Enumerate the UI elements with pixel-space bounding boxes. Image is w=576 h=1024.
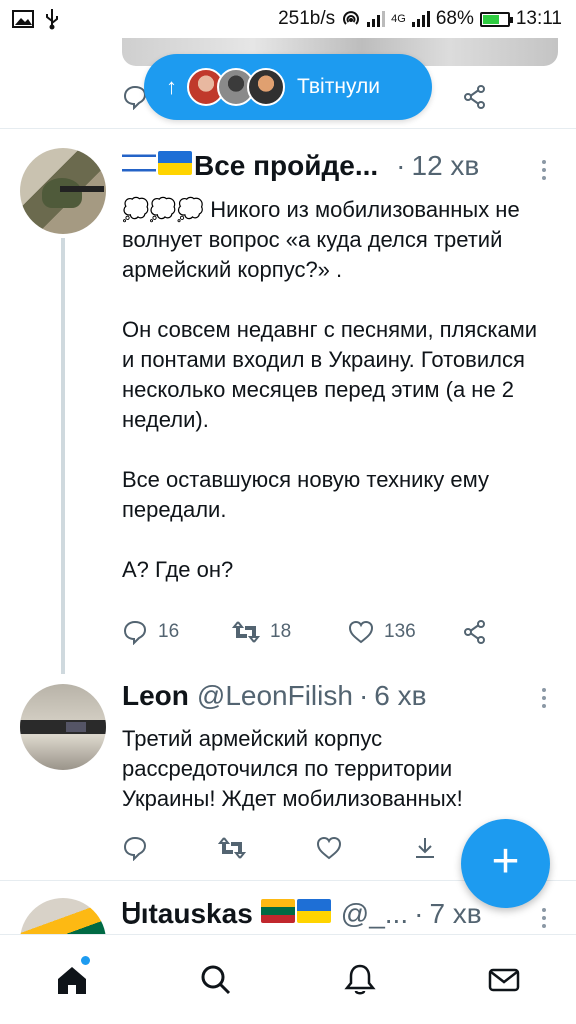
share-button[interactable]	[412, 835, 438, 861]
israel-flag-icon	[122, 151, 156, 175]
reply-button[interactable]	[122, 835, 218, 861]
retweet-button[interactable]: 18	[232, 620, 348, 644]
tweet-author-name[interactable]: Leon	[122, 680, 189, 712]
retweet-icon	[232, 621, 260, 643]
tweet-author-name[interactable]: Все пройде...	[194, 150, 378, 182]
new-tweets-pill[interactable]: ↑ Твітнули	[144, 54, 432, 120]
clock: 13:11	[515, 8, 562, 29]
tweet-text: Третий армейский корпус рассредоточился …	[122, 726, 463, 811]
notification-dot	[81, 955, 90, 965]
tweet-header: Все пройде... · 12 хв	[122, 150, 479, 182]
tweet-author-name[interactable]: Ꮜıtauskas	[122, 898, 253, 931]
signal-icon-2	[411, 11, 430, 27]
separator-dot: ·	[396, 150, 406, 181]
lithuania-flag-icon	[260, 899, 295, 923]
arrow-up-icon: ↑	[166, 74, 177, 99]
bottom-nav	[0, 934, 576, 1024]
divider	[0, 128, 576, 129]
separator-dot: ·	[358, 680, 369, 711]
ukraine-flag-icon	[158, 151, 192, 175]
battery-level: 68%	[435, 8, 474, 29]
tweet-text: 💭💭💭 Никого из мобилизованных не волнует …	[122, 197, 538, 582]
retweet-count: 18	[270, 621, 292, 642]
like-icon	[316, 836, 342, 860]
network-type: 4G	[391, 13, 406, 25]
more-icon[interactable]	[542, 160, 548, 184]
ukraine-flag-icon	[296, 899, 331, 923]
tweet-time[interactable]: 7 хв	[429, 898, 481, 930]
usb-icon	[46, 9, 58, 30]
like-button[interactable]: 136	[348, 620, 462, 644]
avatar[interactable]	[20, 148, 106, 234]
retweet-button[interactable]	[218, 836, 316, 860]
avatar[interactable]	[20, 684, 106, 770]
image-icon	[12, 10, 34, 28]
nav-home[interactable]	[42, 950, 102, 1010]
tweet-actions: 16 18 136	[122, 614, 488, 650]
thread-line	[61, 238, 65, 674]
more-icon[interactable]	[542, 908, 548, 932]
messages-icon	[488, 968, 520, 991]
share-down-icon	[416, 838, 434, 858]
tweet-time[interactable]: 6 хв	[374, 680, 426, 712]
share-icon[interactable]	[462, 84, 488, 110]
nav-messages[interactable]	[474, 950, 534, 1010]
separator-dot: ·	[414, 898, 424, 929]
new-tweets-label: Твітнули	[297, 75, 380, 98]
reply-count: 16	[158, 621, 180, 642]
hotspot-icon	[343, 11, 360, 25]
home-icon	[58, 966, 86, 994]
notifications-icon	[344, 964, 376, 994]
reply-icon	[123, 836, 147, 861]
compose-button[interactable]: +	[461, 819, 550, 908]
compose-icon: +	[491, 835, 520, 888]
like-button[interactable]	[316, 836, 412, 860]
nav-search[interactable]	[186, 950, 246, 1010]
tweet-time[interactable]: 12 хв	[412, 150, 480, 182]
like-count: 136	[384, 621, 416, 642]
nav-notifications[interactable]	[330, 950, 390, 1010]
net-speed: 251b/s	[278, 8, 336, 29]
tweet-author-handle[interactable]: @LeonFilish	[197, 680, 353, 712]
status-bar: 251b/s 4G 68% 13:11	[0, 0, 576, 38]
search-icon	[201, 965, 231, 994]
retweet-icon	[218, 837, 246, 859]
tweet-header: Ꮜıtauskas @_... · 7 хв	[122, 898, 482, 931]
share-button[interactable]	[462, 619, 488, 645]
signal-icon	[367, 11, 386, 27]
reply-icon	[123, 620, 147, 645]
tweet-author-handle[interactable]: @_...	[341, 898, 408, 930]
more-icon[interactable]	[542, 688, 548, 712]
tweet-header: Leon @LeonFilish · 6 хв	[122, 680, 427, 712]
reply-button[interactable]: 16	[122, 619, 232, 645]
pill-avatars	[187, 68, 285, 106]
avatar	[247, 68, 285, 106]
like-icon	[348, 620, 374, 644]
share-icon	[464, 620, 485, 644]
battery-icon	[479, 11, 513, 27]
tweet-actions	[122, 830, 438, 866]
